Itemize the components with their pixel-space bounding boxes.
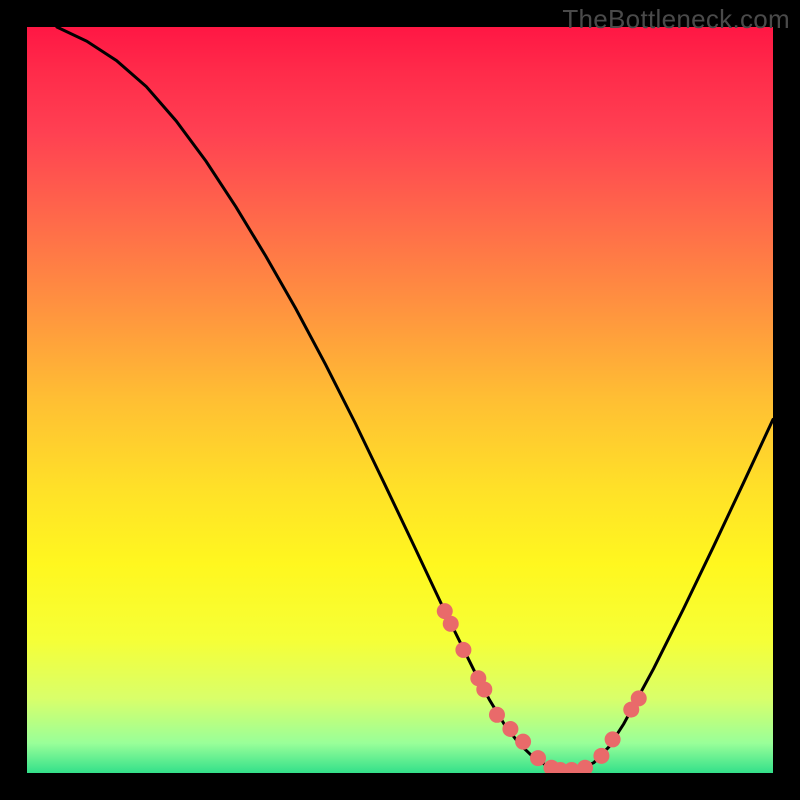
bottleneck-curve <box>57 27 773 771</box>
data-dot <box>502 721 518 737</box>
data-dot <box>455 642 471 658</box>
plot-area <box>27 27 773 773</box>
data-dot <box>515 734 531 750</box>
data-dot <box>605 731 621 747</box>
data-dot <box>489 707 505 723</box>
chart-frame: TheBottleneck.com <box>0 0 800 800</box>
watermark-label: TheBottleneck.com <box>562 4 790 35</box>
data-dot <box>530 750 546 766</box>
chart-svg <box>27 27 773 773</box>
data-dot <box>443 616 459 632</box>
data-dot <box>476 681 492 697</box>
data-dot <box>593 748 609 764</box>
data-dot <box>577 760 593 773</box>
data-dots <box>437 603 647 773</box>
data-dot <box>631 690 647 706</box>
